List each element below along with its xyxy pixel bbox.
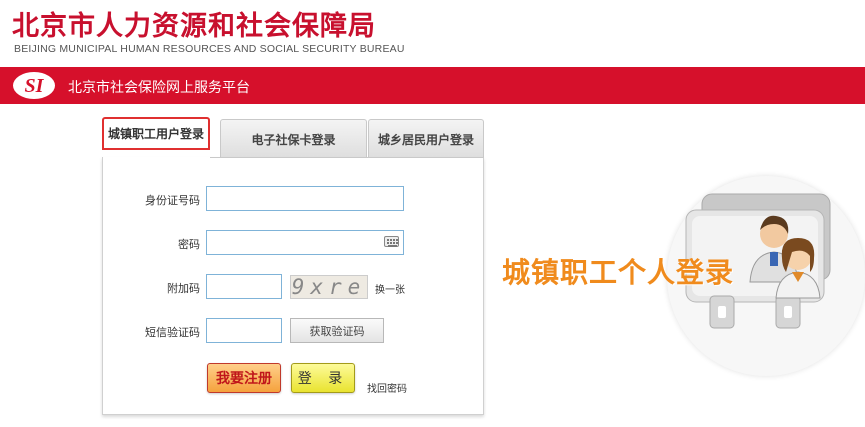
captcha-input[interactable] <box>206 274 282 299</box>
captcha-image[interactable]: 9xre <box>290 275 368 299</box>
tab-urban-employee-login[interactable]: 城镇职工用户登录 <box>102 117 210 150</box>
sms-code-input[interactable] <box>206 318 282 343</box>
id-number-label: 身份证号码 <box>145 194 200 207</box>
sms-code-label: 短信验证码 <box>145 326 200 339</box>
keyboard-icon[interactable] <box>384 236 399 247</box>
forgot-password-link[interactable]: 找回密码 <box>367 380 407 395</box>
tab-e-social-card-login[interactable]: 电子社保卡登录 <box>220 119 367 158</box>
bureau-subtitle: BEIJING MUNICIPAL HUMAN RESOURCES AND SO… <box>14 43 405 55</box>
login-button[interactable]: 登 录 <box>291 363 355 393</box>
password-label: 密码 <box>178 238 200 251</box>
platform-title: 北京市社会保险网上服务平台 <box>68 80 250 96</box>
refresh-captcha-link[interactable]: 换一张 <box>375 281 405 296</box>
tab-urban-rural-resident-login[interactable]: 城乡居民用户登录 <box>368 119 484 158</box>
promo-title: 城镇职工个人登录 <box>502 256 735 289</box>
panel-top-divider <box>210 157 484 158</box>
bureau-title: 北京市人力资源和社会保障局 <box>12 11 376 42</box>
get-sms-code-button[interactable]: 获取验证码 <box>290 318 384 343</box>
id-number-input[interactable] <box>206 186 404 211</box>
register-button[interactable]: 我要注册 <box>207 363 281 393</box>
social-insurance-logo-icon: SI <box>13 72 55 99</box>
captcha-label: 附加码 <box>167 282 200 295</box>
password-input[interactable] <box>206 230 404 255</box>
